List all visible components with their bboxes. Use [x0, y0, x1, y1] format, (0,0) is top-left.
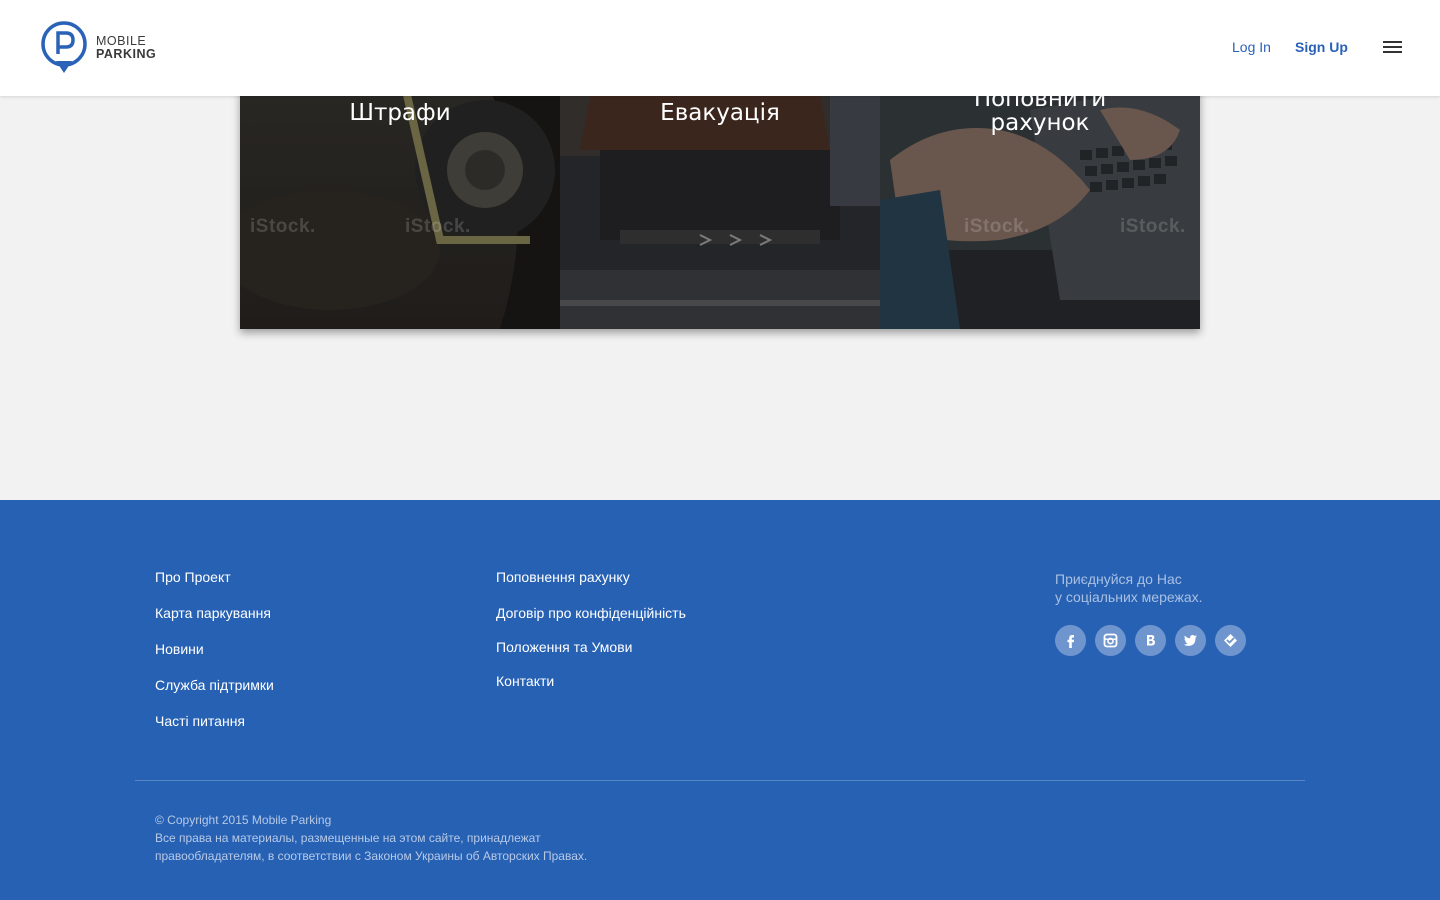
footer-link-faq[interactable]: Часті питання: [155, 713, 245, 729]
copyright-text: © Copyright 2015 Mobile Parking Все прав…: [155, 811, 587, 865]
social-join-line1: Приєднуйся до Нас: [1055, 571, 1182, 587]
instagram-icon[interactable]: [1095, 625, 1126, 656]
footer-link-terms[interactable]: Положення та Умови: [496, 639, 632, 655]
site-logo[interactable]: MOBILE PARKING: [41, 21, 156, 75]
watermark-text: iStock.: [405, 216, 471, 237]
social-join-text: Приєднуйся до Нас у соціальних мережах.: [1055, 570, 1203, 606]
watermark-text: iStock.: [250, 216, 316, 237]
watermark-text: iStock.: [1120, 216, 1186, 237]
tile-evacuation-title: Евакуація: [660, 100, 780, 126]
social-join-line2: у соціальних мережах.: [1055, 589, 1203, 605]
login-link[interactable]: Log In: [1232, 39, 1271, 55]
footer-link-support[interactable]: Служба підтримки: [155, 677, 274, 693]
tile-fines-title: Штрафи: [349, 100, 451, 126]
footer-divider: [135, 780, 1305, 781]
footer-link-news[interactable]: Новини: [155, 641, 204, 657]
hamburger-menu-icon[interactable]: [1380, 38, 1406, 58]
site-header: MOBILE PARKING Log In Sign Up: [0, 0, 1440, 96]
footer-link-privacy[interactable]: Договір про конфіденційність: [496, 605, 686, 621]
footer-link-parking-map[interactable]: Карта паркування: [155, 605, 271, 621]
signup-link[interactable]: Sign Up: [1295, 39, 1348, 55]
footer-link-about[interactable]: Про Проект: [155, 569, 231, 585]
footer-link-topup[interactable]: Поповнення рахунку: [496, 569, 630, 585]
copyright-line2: Все права на материалы, размещенные на э…: [155, 831, 541, 845]
logo-text: MOBILE PARKING: [96, 35, 156, 61]
foursquare-icon[interactable]: [1215, 625, 1246, 656]
vk-icon[interactable]: [1135, 625, 1166, 656]
tile-topup-title-line2: рахунок: [990, 110, 1090, 136]
site-footer: Про Проект Карта паркування Новини Служб…: [0, 500, 1440, 900]
logo-text-line2: PARKING: [96, 47, 157, 61]
copyright-line3: правообладателям, в соответствии с Закон…: [155, 849, 588, 863]
facebook-icon[interactable]: [1055, 625, 1086, 656]
twitter-icon[interactable]: [1175, 625, 1206, 656]
footer-link-contacts[interactable]: Контакти: [496, 673, 554, 689]
parking-pin-icon: [41, 21, 87, 73]
watermark-text: iStock.: [964, 216, 1030, 237]
copyright-line1: © Copyright 2015 Mobile Parking: [155, 813, 332, 827]
